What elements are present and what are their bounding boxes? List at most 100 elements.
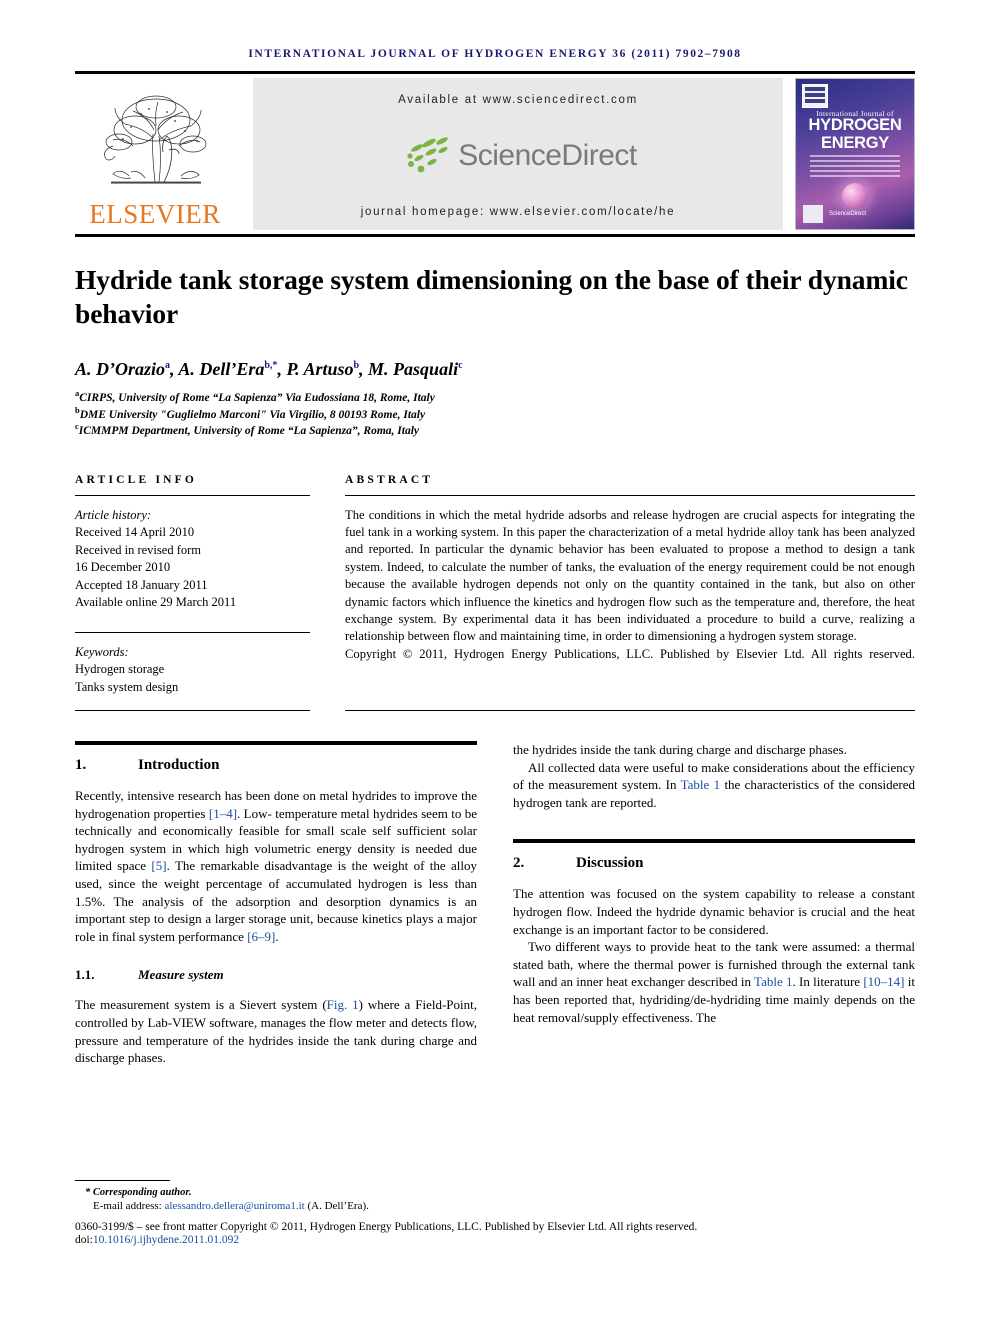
sciencedirect-banner: Available at www.sciencedirect.com Scien…	[253, 78, 783, 230]
history-item: Received 14 April 2010	[75, 525, 195, 539]
author-mark: a	[165, 360, 171, 371]
page-content: International Journal of Hydrogen Energy…	[75, 0, 915, 1067]
journal-article-page: International Journal of Hydrogen Energy…	[0, 0, 992, 1323]
available-at-text: Available at www.sciencedirect.com	[398, 94, 638, 106]
journal-homepage-text: journal homepage: www.elsevier.com/locat…	[360, 206, 676, 218]
sciencedirect-logo: ScienceDirect	[399, 136, 637, 176]
abstract-column: ABSTRACT The conditions in which the met…	[345, 474, 915, 697]
abstract-body: The conditions in which the metal hydrid…	[345, 507, 915, 681]
affiliation-item: cICMMPM Department, University of Rome “…	[75, 422, 915, 440]
corresponding-author-note: * Corresponding author.	[85, 1187, 192, 1198]
table-link-table-1[interactable]: Table 1	[754, 974, 792, 989]
footnote-rule	[75, 1180, 170, 1181]
cover-line-3: ENERGY	[821, 134, 889, 152]
abstract-text: The conditions in which the metal hydrid…	[345, 507, 915, 644]
masthead: ELSEVIER Available at www.sciencedirect.…	[75, 78, 915, 230]
section-heading-introduction: 1. Introduction	[75, 757, 477, 774]
author-mark: c	[458, 360, 463, 371]
elsevier-wordmark: ELSEVIER	[89, 199, 221, 229]
article-info-heading: ARTICLE INFO	[75, 473, 198, 486]
email-label: E-mail address:	[93, 1200, 165, 1212]
section-heading-measure-system: 1.1. Measure system	[75, 967, 477, 983]
section-number: 1.	[75, 757, 87, 773]
cover-line-2: HYDROGEN	[808, 116, 902, 134]
subsection-title: Measure system	[138, 967, 224, 983]
footnote-block: * Corresponding author. E-mail address: …	[75, 1180, 915, 1246]
abstract-heading: ABSTRACT	[345, 473, 434, 486]
page-title: Hydride tank storage system dimensioning…	[75, 264, 908, 329]
sciencedirect-wordmark: ScienceDirect	[458, 139, 637, 172]
history-item: Accepted 18 January 2011	[75, 577, 208, 592]
section-heading-discussion: 2. Discussion	[513, 855, 915, 872]
affiliation-text: ICMMPM Department, University of Rome “L…	[78, 425, 419, 437]
email-link[interactable]: alessandro.dellera@uniroma1.it	[164, 1200, 304, 1212]
citation-link-1-4[interactable]: [1–4]	[209, 806, 237, 821]
keyword-item: Hydrogen storage	[75, 662, 165, 676]
paragraph-measure-1-cont: the hydrides inside the tank during char…	[513, 742, 847, 757]
cover-footer: ScienceDirect	[803, 205, 866, 223]
section-rule-discussion	[513, 839, 915, 844]
running-head: International Journal of Hydrogen Energy…	[248, 48, 742, 60]
cover-sciencedirect-label: ScienceDirect	[829, 211, 867, 217]
section-rule-introduction	[75, 741, 477, 745]
body-column-left: 1. Introduction Recently, intensive rese…	[75, 741, 477, 1067]
info-abstract-row: ARTICLE INFO Article history: Received 1…	[75, 474, 915, 697]
masthead-rule	[75, 234, 915, 237]
doi-label: doi:	[75, 1234, 93, 1246]
body-column-right: the hydrides inside the tank during char…	[513, 741, 915, 1067]
abstract-closing-rule	[345, 710, 915, 711]
doi-line: doi:10.1016/j.ijhydene.2011.01.092	[75, 1234, 915, 1246]
citation-link-6-9[interactable]: [6–9]	[247, 929, 275, 944]
paragraph-intro-1: Recently, intensive research has been do…	[75, 787, 477, 945]
abstract-copyright: Copyright © 2011, Hydrogen Energy Public…	[345, 646, 915, 661]
history-item: 16 December 2010	[75, 560, 171, 574]
elsevier-logo: ELSEVIER	[75, 78, 235, 230]
text-run: . In literature	[792, 974, 864, 990]
paragraph-measure-2: All collected data were useful to make c…	[513, 759, 915, 812]
citation-link-10-14[interactable]: [10–14]	[863, 974, 904, 989]
elsevier-tree-icon	[89, 90, 221, 198]
citation-link-5[interactable]: [5]	[151, 858, 166, 873]
cover-publisher-badge	[802, 84, 828, 108]
info-abstract-closing-rules	[75, 710, 915, 711]
keywords-block: Keywords: Hydrogen storage Tanks system …	[75, 644, 310, 697]
table-link-table-1[interactable]: Table 1	[681, 777, 721, 792]
article-info-rule	[75, 494, 310, 496]
author-list: A. D’Orazioa, A. Dell’Erab,*, P. Artusob…	[75, 359, 463, 379]
keywords-rule	[75, 631, 310, 633]
text-run: The measurement system is a Sievert syst…	[75, 997, 327, 1013]
article-history-label: Article history:	[75, 507, 152, 522]
paragraph-measure-1: The measurement system is a Sievert syst…	[75, 996, 477, 1066]
section-title: Discussion	[576, 855, 644, 872]
history-item: Received in revised form	[75, 542, 201, 557]
author-name: A. D’Orazio	[75, 359, 166, 379]
keywords-label: Keywords:	[75, 644, 129, 659]
author-mark: b	[353, 360, 360, 371]
header-rule	[75, 71, 915, 74]
author-name: M. Pasquali	[368, 359, 459, 379]
paragraph-discussion-1: The attention was focused on the system …	[513, 886, 915, 937]
body-columns: 1. Introduction Recently, intensive rese…	[75, 741, 915, 1067]
article-history: Article history: Received 14 April 2010 …	[75, 507, 310, 612]
author-mark: b,*	[264, 360, 278, 371]
author-name: P. Artuso	[286, 359, 354, 379]
affiliation-text: CIRPS, University of Rome “La Sapienza” …	[79, 392, 435, 404]
email-suffix: (A. Dell’Era).	[304, 1200, 369, 1212]
paragraph-discussion-2: Two different ways to provide heat to th…	[513, 938, 915, 1026]
doi-link[interactable]: 10.1016/j.ijhydene.2011.01.092	[93, 1234, 239, 1246]
affiliation-list: aCIRPS, University of Rome “La Sapienza”…	[75, 389, 915, 440]
keyword-item: Tanks system design	[75, 679, 179, 694]
info-closing-rule	[75, 710, 310, 711]
figure-link-fig-1[interactable]: Fig. 1	[327, 997, 359, 1012]
section-number: 2.	[513, 855, 525, 872]
subsection-number: 1.1.	[75, 967, 95, 983]
journal-cover-thumbnail: International Journal of HYDROGEN ENERGY…	[795, 78, 915, 230]
article-info-column: ARTICLE INFO Article history: Received 1…	[75, 474, 310, 697]
author-name: A. Dell’Era	[178, 359, 265, 379]
issn-copyright-line: 0360-3199/$ – see front matter Copyright…	[75, 1221, 698, 1233]
affiliation-item: aCIRPS, University of Rome “La Sapienza”…	[75, 389, 915, 407]
cover-he-badge	[803, 205, 823, 223]
affiliation-item: bDME University "Guglielmo Marconi" Via …	[75, 405, 915, 424]
email-note: E-mail address: alessandro.dellera@uniro…	[93, 1200, 915, 1212]
cover-editor-lines	[810, 155, 900, 180]
